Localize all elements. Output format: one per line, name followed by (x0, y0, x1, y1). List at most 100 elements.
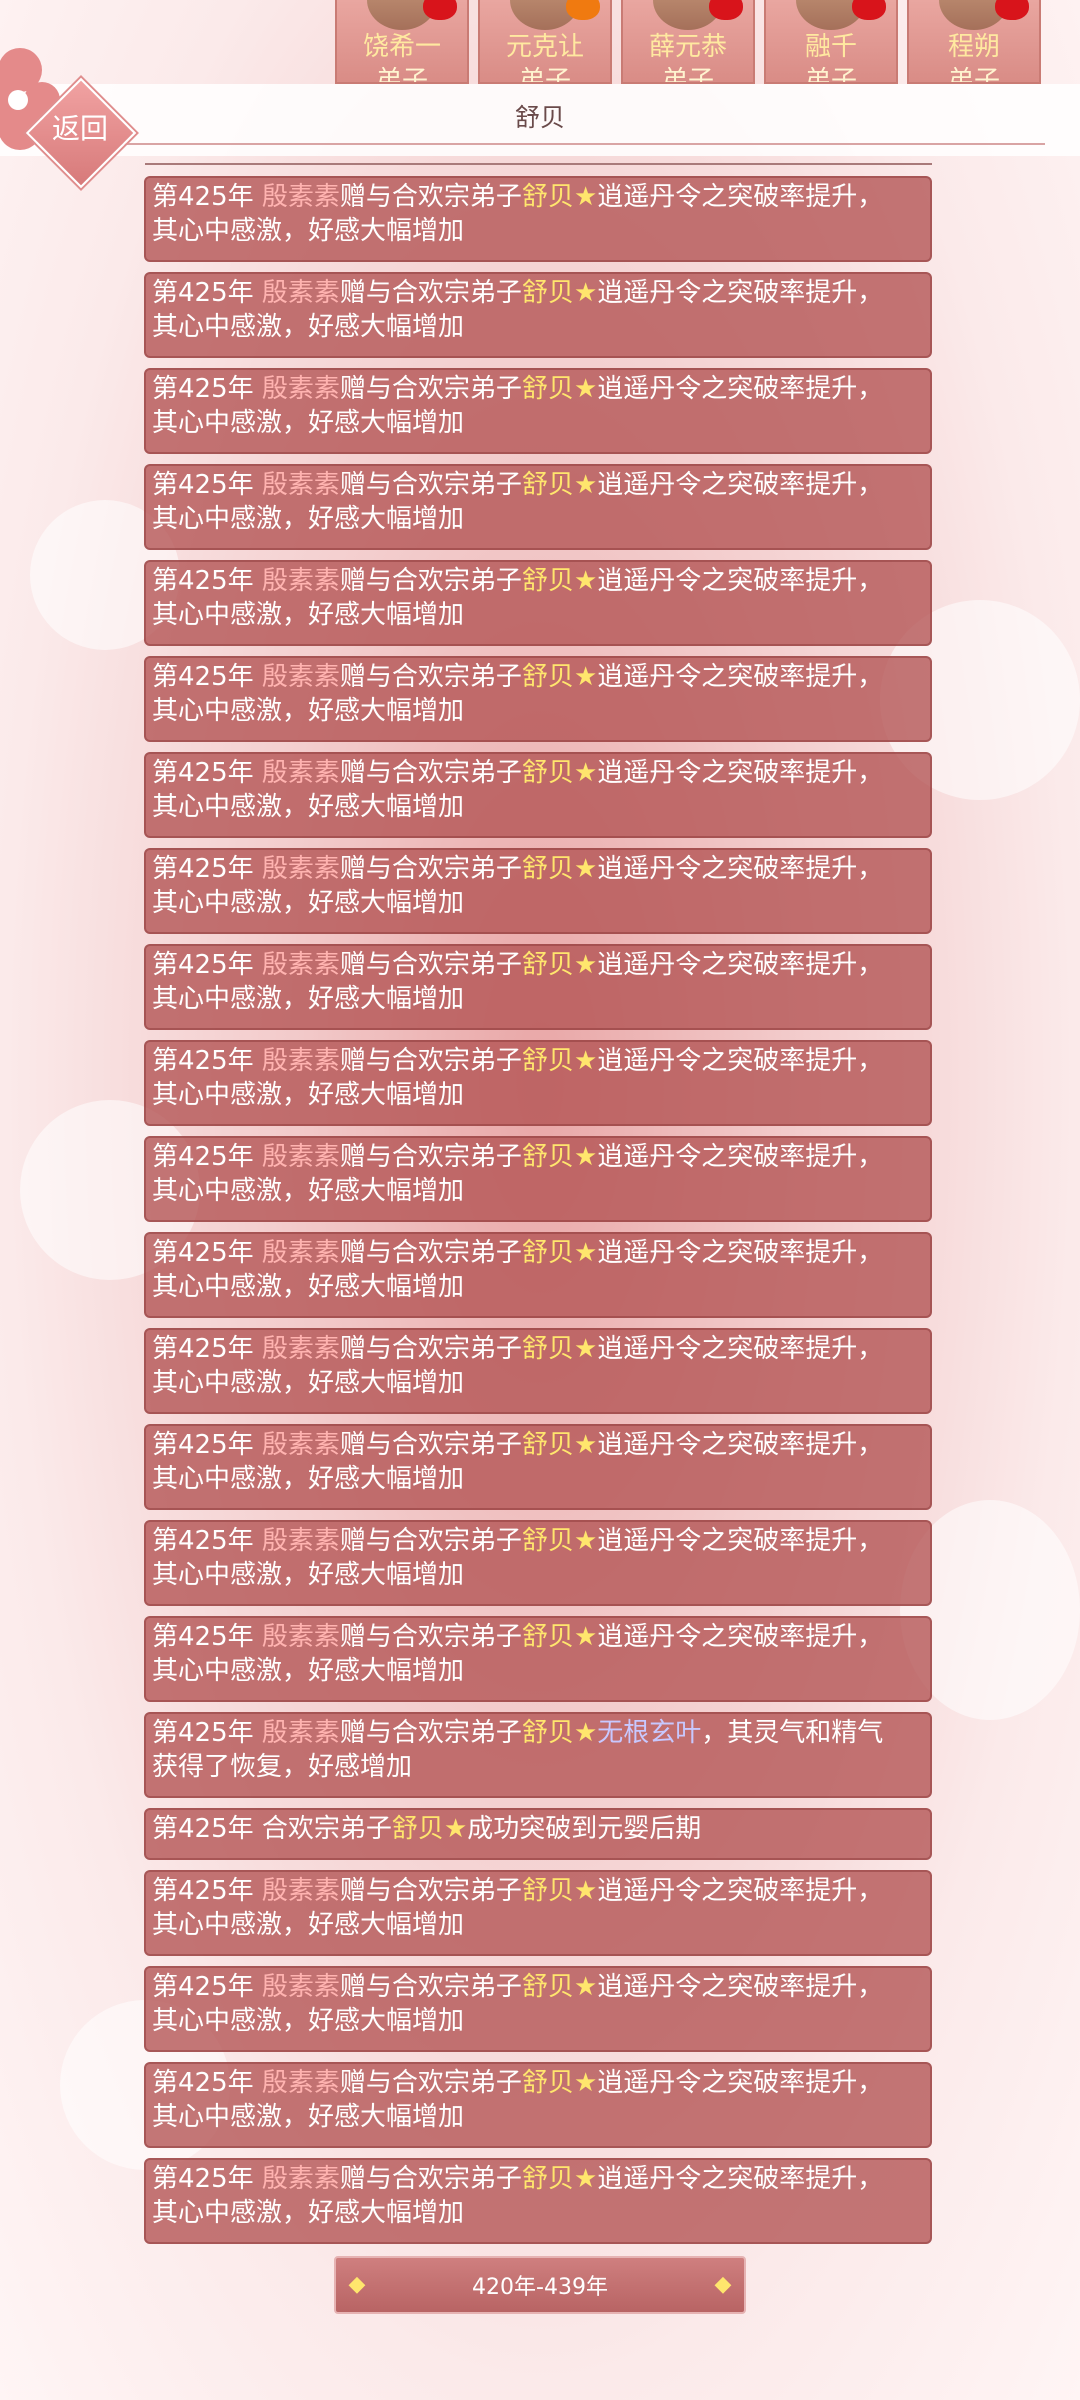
entry-text: 逍遥丹令之突破率提升， (597, 1334, 884, 1364)
entry-verb: 赠与合欢宗弟子 (339, 1876, 522, 1906)
entry-year: 第425年 (152, 1430, 262, 1460)
star-icon: ★ (573, 950, 598, 980)
star-icon: ★ (573, 374, 598, 404)
entry-recipient: 舒贝 (521, 1972, 574, 2002)
year-range-pager: ◆ 420年-439年 ◆ (334, 2256, 746, 2314)
star-icon: ★ (573, 278, 598, 308)
entry-verb: 赠与合欢宗弟子 (339, 2164, 522, 2194)
entry-verb: 赠与合欢宗弟子 (339, 470, 522, 500)
entry-year: 第425年 (152, 1238, 262, 1268)
entry-text: 逍遥丹令之突破率提升， (597, 662, 884, 692)
entry-text: 逍遥丹令之突破率提升， (597, 1430, 884, 1460)
entry-giver: 殷素素 (261, 1430, 340, 1460)
entry-text: 成功突破到元婴后期 (467, 1814, 702, 1844)
entry-recipient: 舒贝 (521, 1046, 574, 1076)
entry-recipient: 舒贝 (391, 1814, 444, 1844)
entry-recipient: 舒贝 (521, 1876, 574, 1906)
log-entry: 第425年 殷素素赠与合欢宗弟子舒贝★逍遥丹令之突破率提升， 其心中感激，好感大幅… (144, 944, 932, 1030)
star-icon: ★ (573, 1238, 598, 1268)
entry-verb: 赠与合欢宗弟子 (339, 1972, 522, 2002)
next-page-arrow-icon[interactable]: ◆ (710, 2272, 736, 2298)
entry-recipient: 舒贝 (521, 758, 574, 788)
entry-giver: 殷素素 (261, 662, 340, 692)
entry-giver: 殷素素 (261, 1526, 340, 1556)
event-log-list[interactable]: 第425年 殷素素赠与合欢宗弟子舒贝★逍遥丹令之突破率提升， 其心中感激，好感大幅… (144, 176, 932, 2254)
star-icon: ★ (573, 662, 598, 692)
entry-recipient: 舒贝 (521, 854, 574, 884)
log-entry: 第425年 殷素素赠与合欢宗弟子舒贝★逍遥丹令之突破率提升， 其心中感激，好感大幅… (144, 656, 932, 742)
entry-verb: 赠与合欢宗弟子 (339, 854, 522, 884)
entry-text: 逍遥丹令之突破率提升， (597, 2068, 884, 2098)
entry-year: 第425年 (152, 1334, 262, 1364)
year-range-label: 420年-439年 (472, 2275, 608, 2300)
disciple-role: 弟子 (661, 66, 714, 84)
disciple-role: 弟子 (375, 66, 428, 84)
entry-recipient: 舒贝 (521, 1334, 574, 1364)
entry-verb: 赠与合欢宗弟子 (339, 1718, 522, 1748)
disciple-card[interactable]: 程朔 弟子 (907, 0, 1041, 84)
entry-recipient: 舒贝 (521, 566, 574, 596)
disciple-name: 元克让 (505, 32, 584, 62)
disciple-role: 弟子 (518, 66, 571, 84)
entry-year: 第425年 (152, 1526, 262, 1556)
star-icon: ★ (573, 1430, 598, 1460)
star-icon: ★ (573, 1718, 598, 1748)
entry-verb: 赠与合欢宗弟子 (339, 1046, 522, 1076)
entry-year: 第425年 (152, 950, 262, 980)
entry-text: 逍遥丹令之突破率提升， (597, 374, 884, 404)
log-entry: 第425年 殷素素赠与合欢宗弟子舒贝★无根玄叶，其灵气和精气 获得了恢复，好感增加 (144, 1712, 932, 1798)
entry-giver: 殷素素 (261, 566, 340, 596)
entry-text: 逍遥丹令之突破率提升， (597, 1142, 884, 1172)
entry-giver: 殷素素 (261, 950, 340, 980)
disciple-card[interactable]: 融千 弟子 (764, 0, 898, 84)
entry-text: 其心中感激，好感大幅增加 (152, 1176, 465, 1206)
disciple-card[interactable]: 饶希一 弟子 (335, 0, 469, 84)
entry-recipient: 舒贝 (521, 1238, 574, 1268)
entry-text: 逍遥丹令之突破率提升， (597, 1526, 884, 1556)
entry-recipient: 舒贝 (521, 374, 574, 404)
entry-text: 逍遥丹令之突破率提升， (597, 758, 884, 788)
log-entry: 第425年 殷素素赠与合欢宗弟子舒贝★逍遥丹令之突破率提升， 其心中感激，好感大幅… (144, 1424, 932, 1510)
log-entry: 第425年 殷素素赠与合欢宗弟子舒贝★逍遥丹令之突破率提升， 其心中感激，好感大幅… (144, 1328, 932, 1414)
entry-year: 第425年 (152, 1876, 262, 1906)
star-icon: ★ (573, 2068, 598, 2098)
entry-recipient: 舒贝 (521, 278, 574, 308)
entry-verb: 赠与合欢宗弟子 (339, 374, 522, 404)
entry-year: 第425年 (152, 758, 262, 788)
entry-item: 无根玄叶 (597, 1718, 702, 1748)
entry-text: 其心中感激，好感大幅增加 (152, 312, 465, 342)
entry-year: 第425年 (152, 566, 262, 596)
entry-text: 逍遥丹令之突破率提升， (597, 1238, 884, 1268)
entry-text: 逍遥丹令之突破率提升， (597, 566, 884, 596)
entry-giver: 殷素素 (261, 2068, 340, 2098)
entry-year: 第425年 (152, 1718, 262, 1748)
entry-giver: 殷素素 (261, 2164, 340, 2194)
entry-text: 其心中感激，好感大幅增加 (152, 2102, 465, 2132)
entry-text: 逍遥丹令之突破率提升， (597, 182, 884, 212)
entry-recipient: 舒贝 (521, 950, 574, 980)
entry-year: 第425年 (152, 374, 262, 404)
entry-giver: 殷素素 (261, 1142, 340, 1172)
log-entry: 第425年 合欢宗弟子舒贝★成功突破到元婴后期 (144, 1808, 932, 1860)
disciple-card[interactable]: 元克让 弟子 (478, 0, 612, 84)
disciple-card[interactable]: 薛元恭 弟子 (621, 0, 755, 84)
disciple-strip: 饶希一 弟子 元克让 弟子 薛元恭 弟子 融千 弟子 程朔 弟子 (335, 0, 1041, 84)
log-entry: 第425年 殷素素赠与合欢宗弟子舒贝★逍遥丹令之突破率提升， 其心中感激，好感大幅… (144, 272, 932, 358)
entry-recipient: 舒贝 (521, 1142, 574, 1172)
star-icon: ★ (573, 1142, 598, 1172)
star-icon: ★ (573, 470, 598, 500)
disciple-name: 薛元恭 (648, 32, 727, 62)
entry-year: 第425年 (152, 1972, 262, 2002)
entry-giver: 殷素素 (261, 1622, 340, 1652)
entry-text: 其心中感激，好感大幅增加 (152, 1910, 465, 1940)
entry-recipient: 舒贝 (521, 1622, 574, 1652)
entry-verb: 赠与合欢宗弟子 (339, 662, 522, 692)
entry-text: 逍遥丹令之突破率提升， (597, 1622, 884, 1652)
entry-year: 第425年 (152, 662, 262, 692)
entry-giver: 殷素素 (261, 854, 340, 884)
star-icon: ★ (573, 1972, 598, 2002)
log-entry: 第425年 殷素素赠与合欢宗弟子舒贝★逍遥丹令之突破率提升， 其心中感激，好感大幅… (144, 1520, 932, 1606)
entry-year: 第425年 (152, 182, 262, 212)
entry-year: 第425年 (152, 1142, 262, 1172)
entry-recipient: 舒贝 (521, 470, 574, 500)
